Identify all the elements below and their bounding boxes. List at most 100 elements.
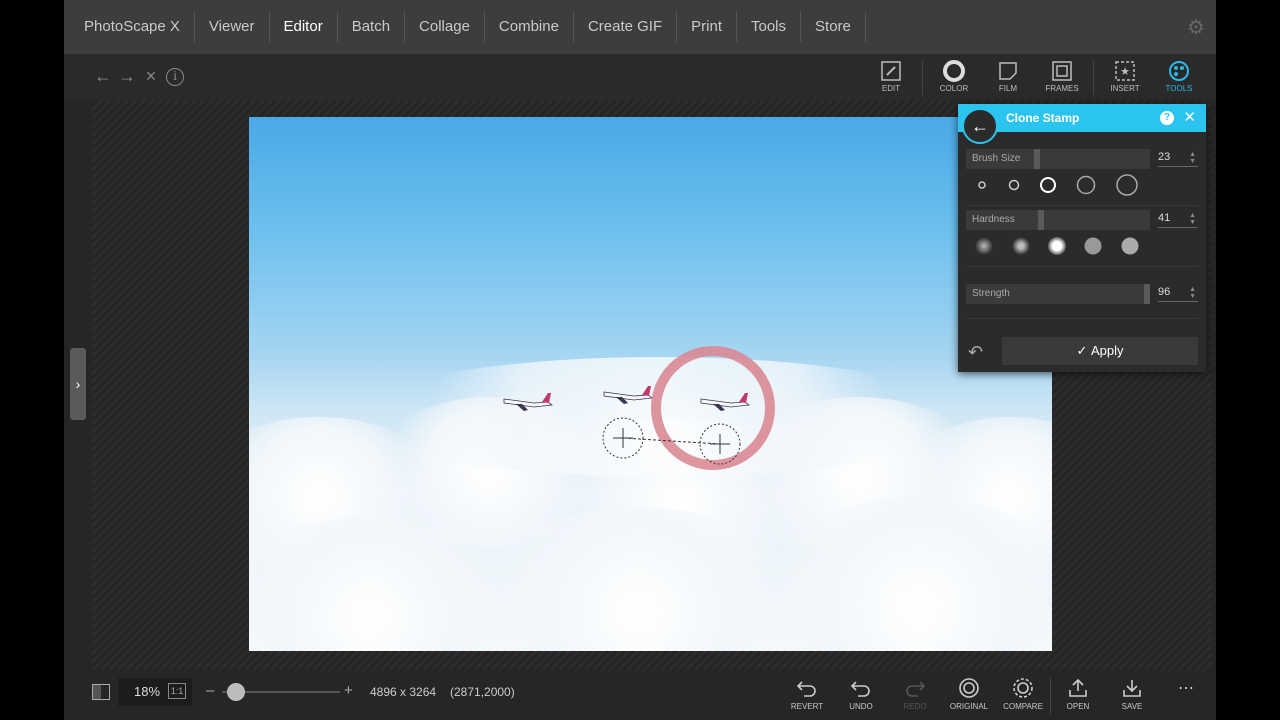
stepper-icon[interactable]: ▲ ▼ [1189, 286, 1196, 300]
save-label: SAVE [1121, 702, 1143, 711]
clone-stamp-panel: Clone Stamp ← ? ✕ Brush Size 23 ▲ ▼ Hardne… [958, 104, 1206, 372]
tab-tools[interactable]: TOOLS [1152, 58, 1206, 98]
gear-icon[interactable]: ⚙ [1186, 18, 1206, 38]
brush-size-handle[interactable] [1034, 149, 1040, 169]
stepper-icon[interactable]: ▲ ▼ [1189, 212, 1196, 226]
apply-label: Apply [1090, 343, 1124, 358]
tab-color[interactable]: COLOR [927, 58, 981, 98]
nav-store[interactable]: Store [801, 12, 866, 42]
nav-batch[interactable]: Batch [338, 12, 406, 42]
close-icon[interactable]: ✕ [1183, 104, 1196, 132]
original-icon [942, 674, 996, 702]
open-button[interactable]: OPEN [1051, 674, 1105, 714]
tab-color-label: COLOR [939, 84, 969, 93]
brush-size-slider[interactable]: Brush Size 23 ▲ ▼ [966, 149, 1198, 169]
brush-preset[interactable] [1115, 173, 1139, 197]
brush-preset[interactable] [1075, 174, 1097, 196]
nav-combine[interactable]: Combine [485, 12, 574, 42]
hardness-preset[interactable] [975, 237, 994, 255]
hardness-input[interactable]: 41 ▲ ▼ [1158, 212, 1198, 228]
editor-tabs: EDIT COLOR FILM FRAMES ★ INSERT TOOLS [864, 58, 1206, 98]
frames-icon [1035, 58, 1089, 84]
undo-icon[interactable]: ↶ [968, 342, 983, 363]
brush-preset[interactable] [975, 178, 989, 192]
hardness-slider[interactable]: Hardness 41 ▲ ▼ [966, 210, 1198, 230]
tab-edit[interactable]: EDIT [864, 58, 918, 98]
tab-tools-label: TOOLS [1165, 84, 1193, 93]
nav-create-gif[interactable]: Create GIF [574, 12, 678, 42]
apply-button[interactable]: ✓ Apply [1002, 337, 1198, 365]
redo-button[interactable]: REDO [888, 674, 942, 714]
nav-tools[interactable]: Tools [737, 12, 802, 42]
tab-insert-label: INSERT [1110, 84, 1140, 93]
brush-size-input[interactable]: 23 ▲ ▼ [1158, 151, 1198, 167]
tab-film[interactable]: FILM [981, 58, 1035, 98]
tab-insert[interactable]: ★ INSERT [1098, 58, 1152, 98]
close-icon[interactable]: × [142, 66, 160, 87]
more-icon: ⋯ [1178, 680, 1194, 697]
help-icon[interactable]: ? [1160, 111, 1174, 125]
save-button[interactable]: SAVE [1105, 674, 1159, 714]
panel-title: Clone Stamp [1006, 111, 1080, 125]
hardness-preset[interactable] [1121, 237, 1139, 255]
hardness-handle[interactable] [1038, 210, 1044, 230]
brush-size-label: Brush Size [966, 149, 1150, 169]
airplane [503, 393, 554, 411]
nav-viewer[interactable]: Viewer [195, 12, 270, 42]
arrow-right-icon[interactable]: → [118, 66, 136, 87]
hardness-preset[interactable] [1011, 237, 1030, 255]
insert-icon: ★ [1098, 58, 1152, 84]
hardness-preset[interactable] [1084, 237, 1102, 255]
brush-size-value: 23 [1158, 151, 1171, 163]
zoom-slider[interactable] [222, 683, 340, 701]
photo-overlay [503, 346, 775, 470]
tab-frames-label: FRAMES [1045, 84, 1079, 93]
strength-slider[interactable]: Strength 96 ▲ ▼ [966, 284, 1198, 304]
photo-canvas[interactable] [249, 117, 1052, 651]
info-icon[interactable]: i [166, 68, 184, 86]
nav-editor[interactable]: Editor [270, 12, 338, 42]
airplane [603, 386, 654, 404]
chevron-right-icon[interactable]: › [70, 348, 86, 420]
tab-divider [922, 61, 923, 95]
tab-film-label: FILM [998, 84, 1018, 93]
undo-button[interactable]: UNDO [834, 674, 888, 714]
strength-input[interactable]: 96 ▲ ▼ [1158, 286, 1198, 302]
hardness-value: 41 [1158, 212, 1171, 224]
strength-handle[interactable] [1144, 284, 1150, 304]
tab-edit-label: EDIT [881, 84, 901, 93]
zoom-slider-knob[interactable] [227, 683, 246, 701]
compare-button[interactable]: COMPARE [996, 674, 1050, 714]
brush-preset-selected[interactable] [1039, 176, 1057, 194]
redo-icon [888, 674, 942, 702]
stepper-icon[interactable]: ▲ ▼ [1189, 151, 1196, 165]
open-icon [1051, 674, 1105, 702]
hardness-presets [966, 232, 1198, 260]
original-button[interactable]: ORIGINAL [942, 674, 996, 714]
history-nav: ← → × i [94, 66, 184, 87]
nav-print[interactable]: Print [677, 12, 737, 42]
revert-icon [780, 674, 834, 702]
more-button[interactable]: ⋯ [1159, 674, 1213, 714]
top-nav: PhotoScape X Viewer Editor Batch Collage… [64, 0, 1216, 54]
revert-button[interactable]: REVERT [780, 674, 834, 714]
actual-size-button[interactable]: 1:1 [168, 683, 186, 699]
zoom-out-icon[interactable]: – [206, 682, 214, 699]
svg-text:★: ★ [1120, 66, 1130, 78]
toggle-panel-icon[interactable] [92, 684, 110, 700]
brush-preset[interactable] [1007, 178, 1021, 192]
bottom-actions: REVERT UNDO REDO ORIGINAL COMPARE OPEN S… [780, 674, 1213, 714]
nav-photoscape-x[interactable]: PhotoScape X [70, 12, 195, 42]
zoom-in-icon[interactable]: + [344, 682, 353, 699]
tab-divider [1093, 61, 1094, 95]
save-icon [1105, 674, 1159, 702]
back-button[interactable]: ← [962, 108, 998, 144]
tab-frames[interactable]: FRAMES [1035, 58, 1089, 98]
strength-value: 96 [1158, 286, 1171, 298]
edit-icon [864, 58, 918, 84]
nav-collage[interactable]: Collage [405, 12, 485, 42]
arrow-left-icon[interactable]: ← [94, 66, 112, 87]
hardness-preset-selected[interactable] [1047, 237, 1066, 255]
hardness-label: Hardness [966, 210, 1150, 230]
revert-label: REVERT [790, 702, 824, 711]
